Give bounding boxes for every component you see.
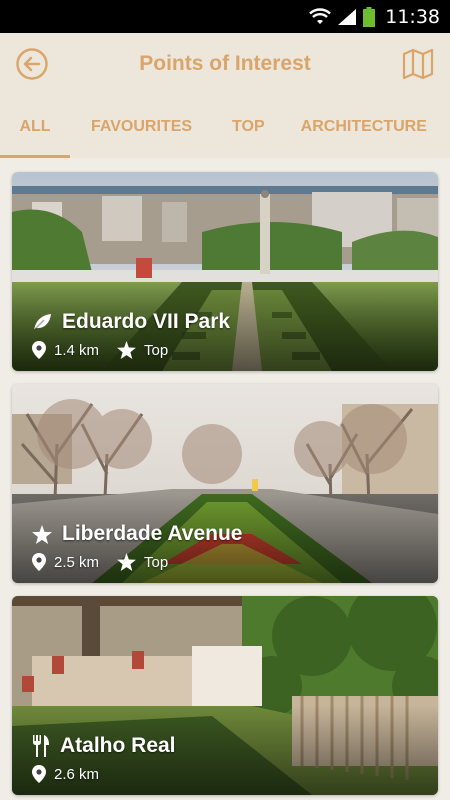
poi-info: Atalho Real 2.6 km [32, 734, 176, 783]
poi-distance: 1.4 km [54, 341, 100, 359]
map-icon [402, 48, 434, 80]
poi-badge: Top [144, 553, 169, 571]
map-button[interactable] [400, 46, 436, 82]
poi-name: Liberdade Avenue [62, 522, 243, 545]
star-icon [32, 524, 52, 544]
poi-list: Eduardo VII Park 1.4 km Top Liberdade Av… [0, 158, 450, 800]
back-button[interactable] [14, 46, 50, 82]
poi-card-liberdade-avenue[interactable]: Liberdade Avenue 2.5 km Top [12, 384, 438, 583]
app-bar: Points of Interest [0, 33, 450, 95]
tab-bar: ALL FAVOURITES TOP ARCHITECTURE [0, 95, 450, 158]
back-arrow-icon [16, 48, 48, 80]
tab-favourites[interactable]: FAVOURITES [70, 95, 212, 158]
battery-icon [363, 6, 376, 27]
signal-icon [338, 8, 357, 25]
fork-knife-icon [33, 735, 49, 757]
location-pin-icon [32, 341, 46, 359]
poi-card-atalho-real[interactable]: Atalho Real 2.6 km [12, 596, 438, 795]
poi-card-eduardo-vii-park[interactable]: Eduardo VII Park 1.4 km Top [12, 172, 438, 371]
poi-info: Liberdade Avenue 2.5 km Top [32, 522, 243, 571]
page-title: Points of Interest [139, 52, 311, 75]
location-pin-icon [32, 553, 46, 571]
status-bar: 11:38 [0, 0, 450, 33]
star-icon [117, 341, 136, 359]
tab-top[interactable]: TOP [212, 95, 285, 158]
leaf-icon [33, 314, 51, 331]
star-icon [117, 553, 136, 571]
poi-distance: 2.5 km [54, 553, 100, 571]
tab-architecture[interactable]: ARCHITECTURE [285, 95, 427, 158]
wifi-icon [309, 7, 332, 24]
tab-all[interactable]: ALL [0, 95, 70, 158]
poi-name: Eduardo VII Park [62, 310, 231, 333]
poi-name: Atalho Real [60, 734, 176, 757]
status-time: 11:38 [385, 5, 440, 28]
poi-info: Eduardo VII Park 1.4 km Top [32, 310, 230, 359]
poi-badge: Top [144, 341, 169, 359]
location-pin-icon [32, 765, 46, 783]
poi-distance: 2.6 km [54, 765, 100, 783]
